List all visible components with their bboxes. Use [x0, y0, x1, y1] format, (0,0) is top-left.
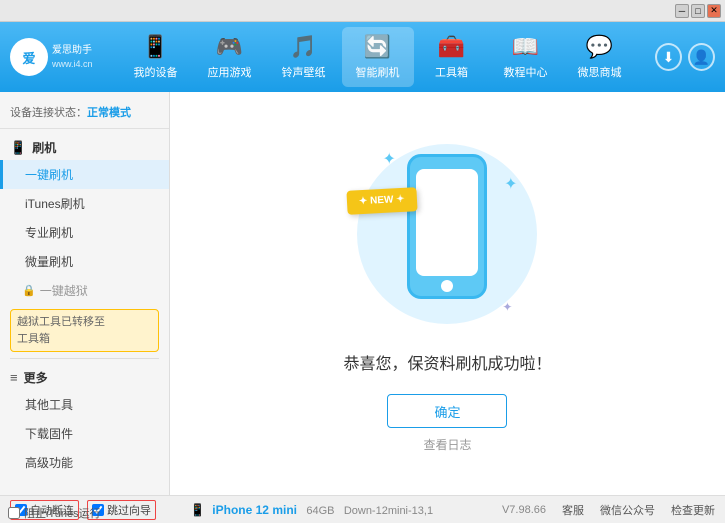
nav-item-my-device[interactable]: 📱 我的设备 — [120, 27, 192, 87]
nav-item-smart-flash[interactable]: 🔄 智能刷机 — [342, 27, 414, 87]
window-controls: ─ □ ✕ — [675, 4, 721, 18]
success-message: 恭喜您，保资料刷机成功啦！ — [343, 350, 551, 374]
sidebar-flash-header: 📱 刷机 — [0, 135, 169, 160]
bottom-bar: 自动断连 跳过向导 📱 iPhone 12 mini 64GB Down-12m… — [0, 495, 725, 523]
sidebar-item-download-firmware[interactable]: 下载固件 — [0, 419, 169, 448]
lock-icon: 🔒 — [22, 284, 36, 297]
phone-screen — [416, 169, 478, 276]
sidebar-item-micro-flash[interactable]: 微量刷机 — [0, 247, 169, 276]
customer-service-link[interactable]: 客服 — [562, 502, 584, 518]
sidebar-warning-box: 越狱工具已转移至工具箱 — [10, 309, 159, 352]
phone-shape — [407, 154, 487, 299]
other-tools-label: 其他工具 — [25, 398, 73, 412]
nav-item-toolbox[interactable]: 🧰 工具箱 — [416, 27, 488, 87]
sidebar-item-one-click-flash[interactable]: 一键刷机 — [0, 160, 169, 189]
sidebar-item-jailbreak-disabled: 🔒 一键越狱 — [0, 276, 169, 305]
bottom-right-area: V7.98.66 客服 微信公众号 检查更新 — [502, 502, 715, 518]
download-nav-button[interactable]: ⬇ — [655, 43, 682, 71]
logo-icon: 爱 — [10, 38, 48, 76]
pro-flash-label: 专业刷机 — [25, 226, 73, 240]
user-nav-button[interactable]: 👤 — [688, 43, 715, 71]
phone-home-button — [441, 280, 453, 292]
check-update-link[interactable]: 检查更新 — [671, 502, 715, 518]
advanced-label: 高级功能 — [25, 456, 73, 470]
star-icon-2: ✦ — [504, 174, 517, 194]
device-name: iPhone 12 mini — [212, 503, 297, 517]
itunes-flash-label: iTunes刷机 — [25, 197, 85, 211]
skip-guide-label: 跳过向导 — [107, 502, 151, 518]
flash-section-icon: 📱 — [10, 140, 26, 156]
nav-item-ringtones[interactable]: 🎵 铃声壁纸 — [268, 27, 340, 87]
nav-label-toolbox: 工具箱 — [435, 64, 468, 80]
star-icon-1: ✦ — [382, 149, 395, 169]
nav-item-wechat-shop[interactable]: 💬 微思商城 — [564, 27, 636, 87]
micro-flash-label: 微量刷机 — [25, 255, 73, 269]
flash-section-label: 刷机 — [32, 139, 56, 156]
more-section-label: 更多 — [24, 369, 48, 386]
device-info-area: 📱 iPhone 12 mini 64GB Down-12mini-13,1 — [180, 503, 502, 517]
nav-label-tutorial: 教程中心 — [504, 64, 548, 80]
device-icon: 📱 — [190, 503, 205, 517]
logo-text: 爱思助手 www.i4.cn — [52, 44, 93, 71]
flash-icon: 🔄 — [364, 34, 391, 60]
sidebar: 设备连接状态：正常模式 📱 刷机 一键刷机 iTunes刷机 专业刷机 微量刷机… — [0, 92, 170, 495]
phone-illustration: ✦ ✦ ✦ ✦ NEW ✦ — [357, 134, 537, 334]
nav-label-my-device: 我的设备 — [134, 64, 178, 80]
more-section-icon: ≡ — [10, 370, 18, 385]
nav-item-tutorial[interactable]: 📖 教程中心 — [490, 27, 562, 87]
wechat-public-link[interactable]: 微信公众号 — [600, 502, 655, 518]
warning-text: 越狱工具已转移至工具箱 — [17, 316, 105, 345]
nav-label-apps-games: 应用游戏 — [208, 64, 252, 80]
device-model: Down-12mini-13,1 — [344, 505, 433, 517]
top-nav: 爱 爱思助手 www.i4.cn 📱 我的设备 🎮 应用游戏 🎵 铃声壁纸 🔄 … — [0, 22, 725, 92]
phone-icon: 📱 — [142, 34, 169, 60]
minimize-button[interactable]: ─ — [675, 4, 689, 18]
sidebar-item-itunes-flash[interactable]: iTunes刷机 — [0, 189, 169, 218]
maximize-button[interactable]: □ — [691, 4, 705, 18]
download-firmware-label: 下载固件 — [25, 427, 73, 441]
success-panel: ✦ ✦ ✦ ✦ NEW ✦ 恭喜您，保资料刷机成功啦！ 确定 查看日志 — [343, 134, 551, 453]
sidebar-item-advanced[interactable]: 高级功能 — [0, 448, 169, 477]
bell-icon: 🎵 — [290, 34, 317, 60]
content-area: ✦ ✦ ✦ ✦ NEW ✦ 恭喜您，保资料刷机成功啦！ 确定 查看日志 — [170, 92, 725, 495]
new-badge: ✦ NEW ✦ — [347, 187, 418, 215]
view-log-link[interactable]: 查看日志 — [423, 436, 471, 453]
status-value: 正常模式 — [87, 107, 131, 119]
device-storage: 64GB — [306, 505, 334, 517]
nav-items: 📱 我的设备 🎮 应用游戏 🎵 铃声壁纸 🔄 智能刷机 🧰 工具箱 📖 教程中心… — [100, 27, 655, 87]
version-text: V7.98.66 — [502, 504, 546, 516]
device-status-bar: 设备连接状态：正常模式 — [0, 100, 169, 129]
sidebar-more-header: ≡ 更多 — [0, 365, 169, 390]
shop-icon: 💬 — [586, 34, 613, 60]
sidebar-divider — [10, 358, 159, 359]
confirm-button[interactable]: 确定 — [387, 394, 507, 428]
nav-item-apps-games[interactable]: 🎮 应用游戏 — [194, 27, 266, 87]
star-icon-3: ✦ — [502, 300, 512, 314]
nav-label-wechat-shop: 微思商城 — [578, 64, 622, 80]
nav-label-ringtones: 铃声壁纸 — [282, 64, 326, 80]
close-button[interactable]: ✕ — [707, 4, 721, 18]
jailbreak-label: 一键越狱 — [40, 282, 88, 299]
stop-itunes-label: 阻止iTunes运行 — [24, 505, 101, 521]
toolbox-icon: 🧰 — [438, 34, 465, 60]
stop-itunes-checkbox[interactable] — [8, 507, 20, 519]
sidebar-item-pro-flash[interactable]: 专业刷机 — [0, 218, 169, 247]
title-bar: ─ □ ✕ — [0, 0, 725, 22]
nav-label-smart-flash: 智能刷机 — [356, 64, 400, 80]
tutorial-icon: 📖 — [512, 34, 539, 60]
nav-right-area: ⬇ 👤 — [655, 43, 715, 71]
stop-itunes-bar: 阻止iTunes运行 — [8, 505, 101, 521]
status-label: 设备连接状态： — [10, 107, 87, 119]
one-click-flash-label: 一键刷机 — [25, 168, 73, 182]
sidebar-item-other-tools[interactable]: 其他工具 — [0, 390, 169, 419]
games-icon: 🎮 — [216, 34, 243, 60]
logo-area: 爱 爱思助手 www.i4.cn — [10, 38, 100, 76]
main-area: 设备连接状态：正常模式 📱 刷机 一键刷机 iTunes刷机 专业刷机 微量刷机… — [0, 92, 725, 495]
